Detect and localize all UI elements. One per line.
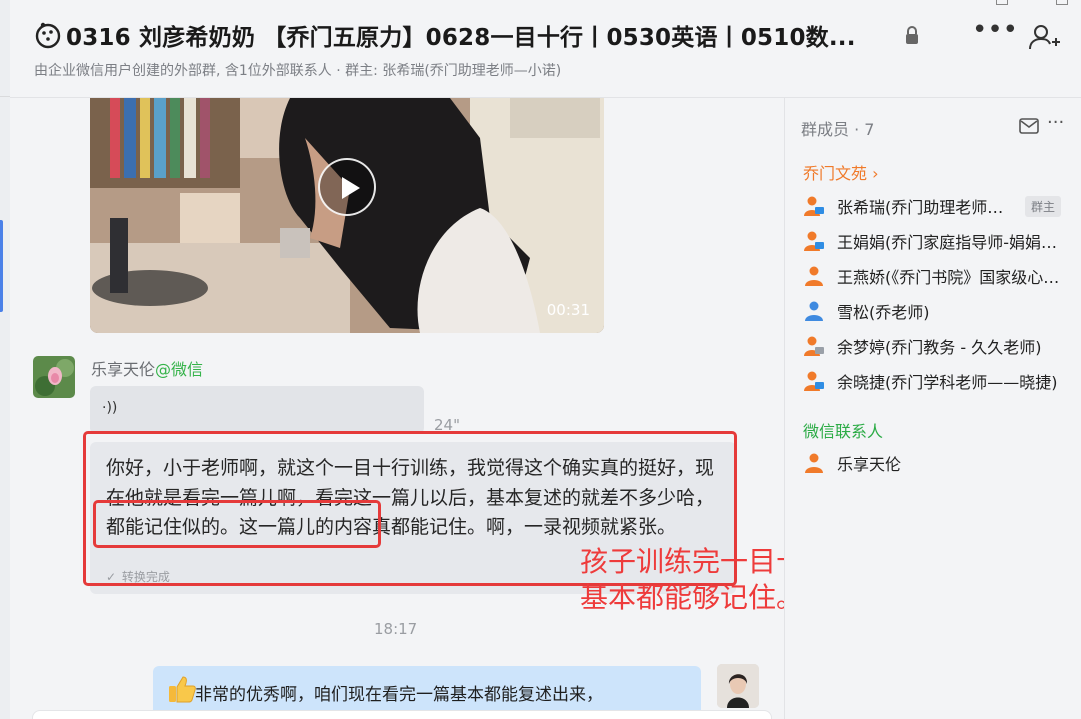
member-item[interactable]: 王娟娟(乔门家庭指导师-娟娟老师) (803, 226, 1073, 256)
video-message[interactable]: 00:31 (90, 98, 604, 333)
more-icon[interactable]: ••• (972, 17, 1018, 48)
person-orange-icon (805, 266, 823, 286)
wechat-tag: @微信 (155, 360, 204, 379)
title-row: 0316 刘彦希奶奶 【乔门五原力】0628一目十行丨0530英语丨0510数.… (34, 18, 886, 52)
member-name: 王燕娇(《乔门书院》国家级心理咨询师) (837, 268, 1067, 287)
owner-badge: 群主 (1025, 195, 1062, 217)
wechat-section-label: 微信联系人 (803, 422, 884, 441)
divider (0, 96, 10, 97)
org-section[interactable]: 乔门文苑 › (803, 160, 879, 184)
chat-subtitle: 由企业微信用户创建的外部群, 含1位外部联系人 · 群主: 张希瑞(乔门助理老师… (34, 63, 562, 79)
member-name: 余梦婷(乔门教务 - 久久老师) (837, 338, 1042, 357)
person-blue-icon (805, 301, 823, 321)
sender-display-name: 乐享天伦 (91, 360, 156, 379)
sidebar-more-icon[interactable]: ··· (1047, 112, 1064, 133)
play-icon[interactable] (318, 158, 376, 216)
transcript-status-label: 转换完成 (121, 570, 170, 584)
member-item[interactable]: 王燕娇(《乔门书院》国家级心理咨询师) (803, 261, 1073, 291)
voice-message[interactable]: ·)) (90, 386, 424, 434)
left-nav-strip (0, 0, 10, 719)
group-chat-icon (35, 22, 61, 49)
voice-duration: 24" (434, 416, 460, 434)
member-name: 余晓捷(乔门学科老师——晓捷) (837, 373, 1058, 392)
member-item[interactable]: 雪松(乔老师) (803, 296, 1073, 326)
member-name: 雪松(乔老师) (837, 303, 930, 322)
member-sidebar: 群成员 · 7 ··· 乔门文苑 › 张希瑞(乔门助理老师—小诺) 群主 王娟娟… (784, 98, 1081, 719)
mail-icon[interactable] (1019, 118, 1039, 134)
chat-header: 0316 刘彦希奶奶 【乔门五原力】0628一目十行丨0530英语丨0510数.… (10, 0, 1081, 98)
message-input[interactable] (32, 710, 772, 719)
annotation-text: 孩子训练完一目十行的课程之后，基本都能够记住。 (580, 545, 784, 614)
person-orange-icon (805, 453, 823, 473)
time-divider: 18:17 (374, 620, 418, 638)
person-avatar-icon (717, 664, 759, 708)
member-name: 乐享天伦 (837, 455, 902, 474)
staff-member-icon (804, 336, 824, 356)
org-section-label: 乔门文苑 (803, 164, 868, 183)
window-control-icon[interactable] (996, 0, 1008, 5)
member-item[interactable]: 余晓捷(乔门学科老师——晓捷) (803, 366, 1073, 396)
window-control-icon[interactable] (1056, 0, 1068, 5)
add-member-icon[interactable] (1028, 22, 1060, 52)
member-name: 王娟娟(乔门家庭指导师-娟娟老师) (837, 233, 1067, 252)
check-icon: ✓ (106, 570, 117, 584)
voice-icon: ·)) (102, 400, 118, 416)
staff-member-icon (804, 371, 824, 391)
member-item[interactable]: 张希瑞(乔门助理老师—小诺) 群主 (803, 191, 1073, 221)
chevron-right-icon: › (872, 164, 879, 183)
lotus-avatar-icon (33, 356, 75, 398)
member-item[interactable]: 乐享天伦 (803, 448, 1073, 478)
staff-member-icon (804, 196, 824, 216)
avatar[interactable] (33, 356, 75, 398)
my-message-text: 非常的优秀啊，咱们现在看完一篇基本都能复述出来， (195, 685, 603, 705)
avatar[interactable] (717, 664, 759, 708)
lock-icon (906, 26, 918, 44)
chat-title: 0316 刘彦希奶奶 【乔门五原力】0628一目十行丨0530英语丨0510数.… (66, 25, 856, 51)
transcript-status: ✓ 转换完成 (106, 568, 170, 585)
member-count-title: 群成员 · 7 (801, 120, 875, 139)
staff-member-icon (804, 231, 824, 251)
thumbs-up-icon (169, 676, 196, 703)
video-duration: 00:31 (546, 301, 590, 319)
transcript-text: 你好，小于老师啊，就这个一目十行训练，我觉得这个确实真的挺好，现在他就是看完一篇… (106, 457, 715, 538)
active-indicator (0, 220, 3, 312)
member-name: 张希瑞(乔门助理老师—小诺) (837, 198, 1007, 217)
member-item[interactable]: 余梦婷(乔门教务 - 久久老师) (803, 331, 1073, 361)
sender-name: 乐享天伦@微信 (91, 356, 203, 380)
chat-area: 00:31 乐享天伦@微信 ·)) 24" 你好，小于老师啊，就这个一目十行训练… (10, 98, 784, 719)
